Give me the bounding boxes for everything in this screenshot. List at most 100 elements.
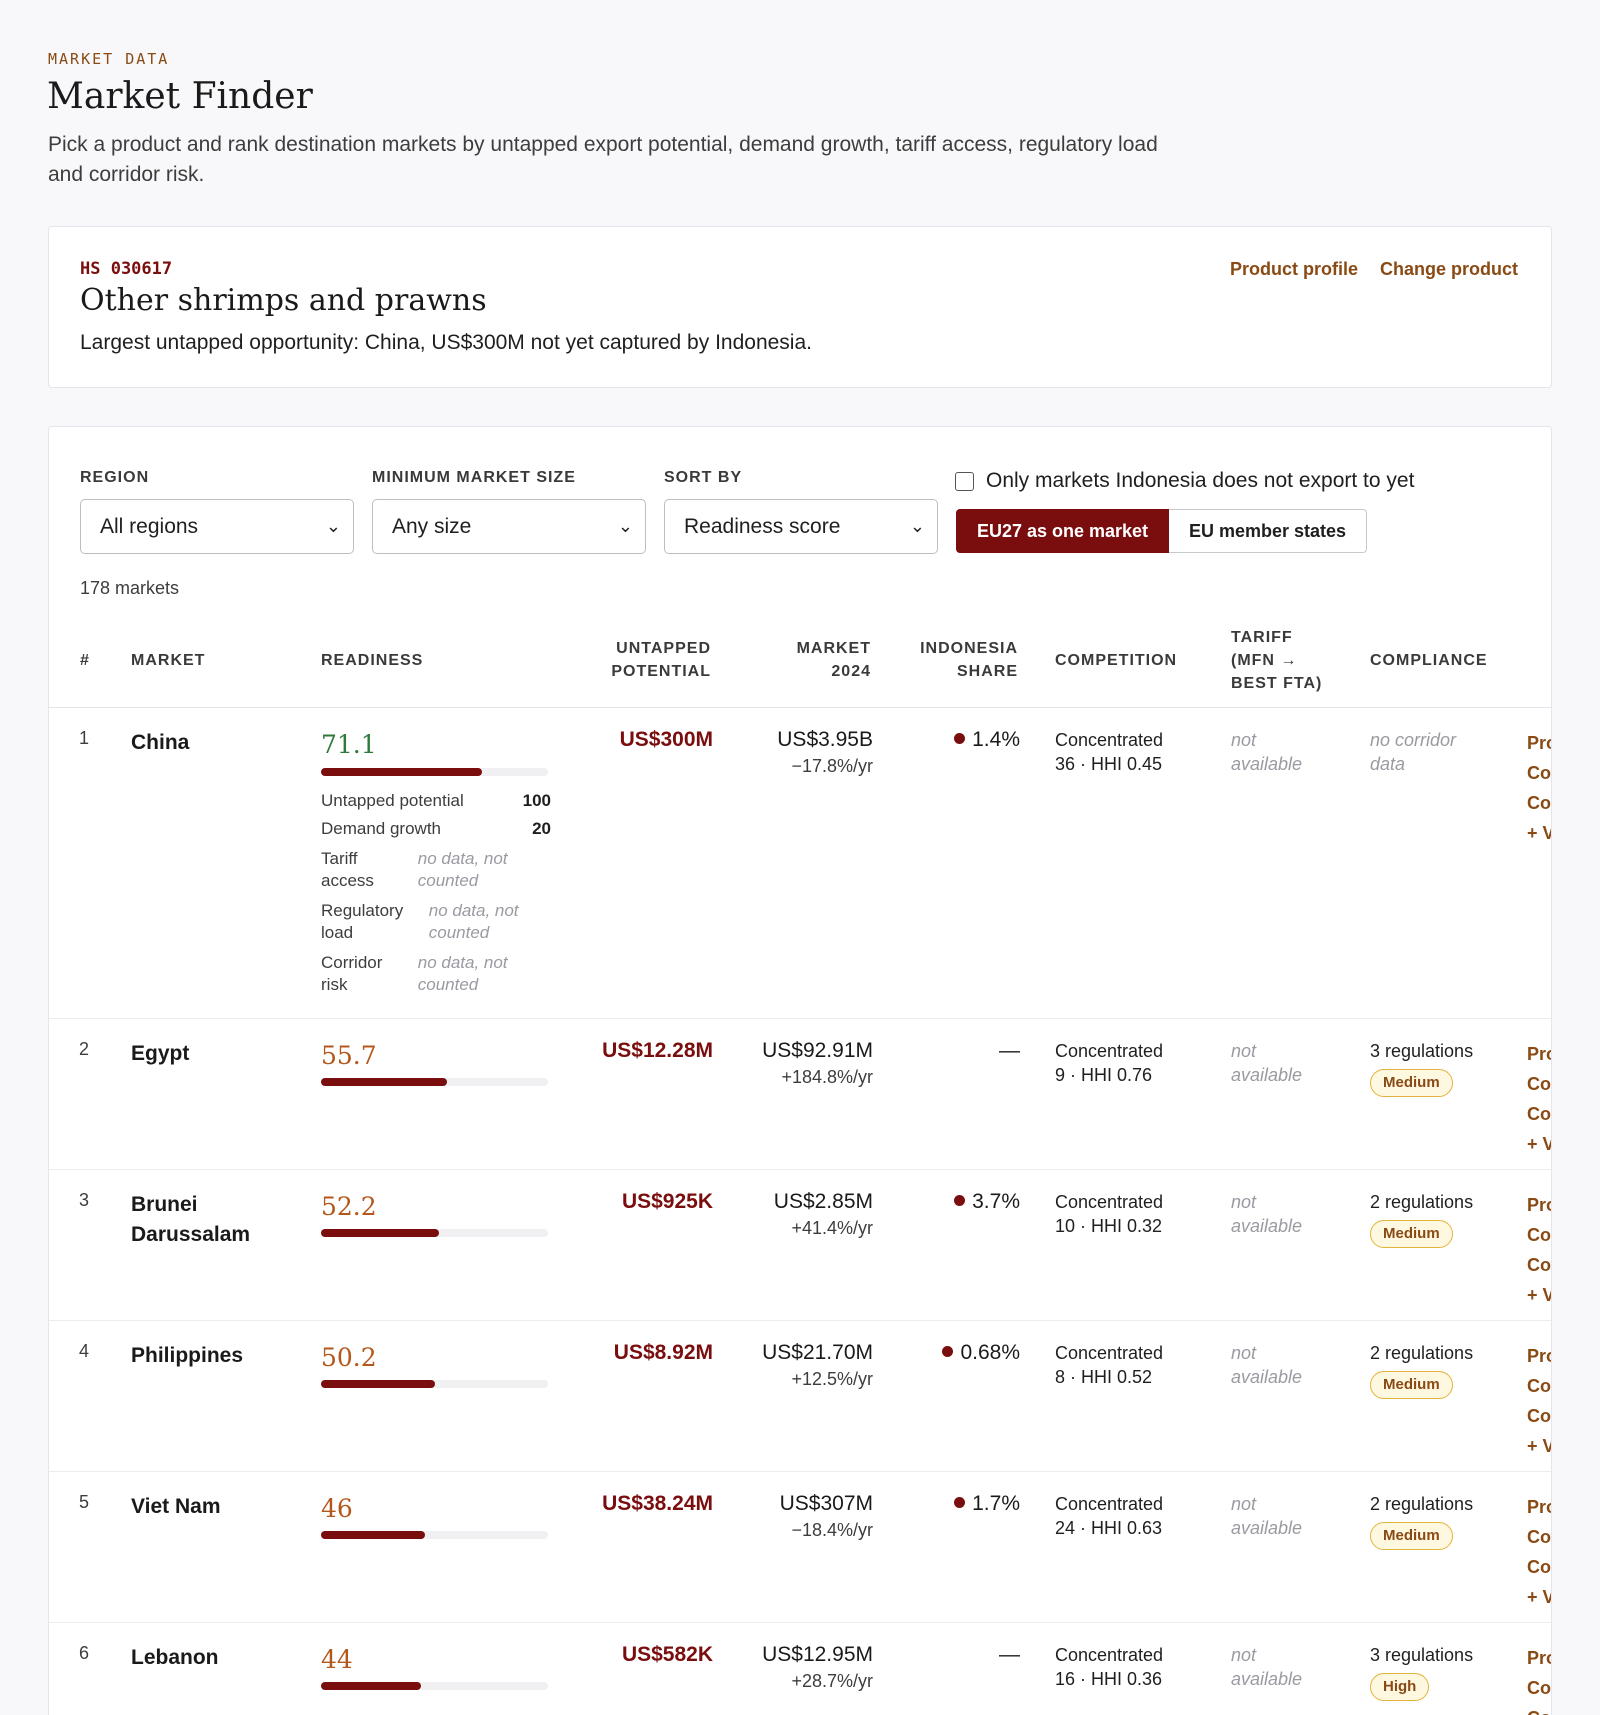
row-competition: Concentrated 9 · HHI 0.76 <box>1055 1039 1163 1087</box>
sort-by-select[interactable]: Readiness score ⌄ <box>664 499 938 554</box>
row-action-corridor[interactable]: Co <box>1527 788 1551 818</box>
row-compliance-line1: no corridor <box>1370 730 1457 750</box>
col-header-tariff[interactable]: TARIFF (MFN → BEST FTA) <box>1231 626 1322 695</box>
row-actions: Pro Co Co + V <box>1527 1492 1551 1612</box>
col-header-compliance[interactable]: COMPLIANCE <box>1370 649 1488 672</box>
row-competition-level: Concentrated <box>1055 1494 1164 1514</box>
row-action-compare[interactable]: Co <box>1527 1069 1551 1099</box>
row-readiness-score: 50.2 <box>321 1343 377 1372</box>
row-untapped: US$925K <box>621 1190 713 1213</box>
row-market-size: US$21.70M +12.5%/yr <box>762 1341 873 1390</box>
row-market-name[interactable]: Philippines <box>131 1341 281 1371</box>
product-card: HS 030617 Other shrimps and prawns Large… <box>48 226 1552 388</box>
col-header-market[interactable]: MARKET <box>131 649 205 672</box>
change-product-link[interactable]: Change product <box>1380 259 1518 280</box>
row-competition: Concentrated 10 · HHI 0.32 <box>1055 1190 1163 1238</box>
row-action-corridor[interactable]: Co <box>1527 1099 1551 1129</box>
row-compliance: no corridor data <box>1370 728 1456 776</box>
table-row[interactable]: 2 Egypt 55.7 US$12.28M US$92.91M +184.8%… <box>49 1018 1551 1169</box>
row-compliance: 3 regulations Medium <box>1370 1039 1473 1097</box>
row-action-watch[interactable]: + V <box>1527 1431 1551 1461</box>
col-header-market-line2: 2024 <box>831 663 871 680</box>
compliance-badge: Medium <box>1370 1220 1453 1248</box>
row-tariff: not available <box>1231 1643 1302 1691</box>
row-untapped: US$38.24M <box>602 1492 713 1515</box>
row-action-profile[interactable]: Pro <box>1527 1039 1551 1069</box>
row-action-corridor[interactable]: Co <box>1527 1703 1551 1715</box>
table-row[interactable]: 4 Philippines 50.2 US$8.92M US$21.70M +1… <box>49 1320 1551 1471</box>
only-new-markets-checkbox[interactable] <box>955 471 974 491</box>
row-action-corridor[interactable]: Co <box>1527 1401 1551 1431</box>
row-market-name-line1: Brunei <box>131 1193 198 1216</box>
table-row[interactable]: 6 Lebanon 44 US$582K US$12.95M +28.7%/yr… <box>49 1622 1551 1715</box>
region-label: REGION <box>80 469 150 486</box>
row-action-compare[interactable]: Co <box>1527 1220 1551 1250</box>
row-action-compare[interactable]: Co <box>1527 1673 1551 1703</box>
row-action-compare[interactable]: Co <box>1527 1371 1551 1401</box>
row-action-profile[interactable]: Pro <box>1527 728 1551 758</box>
col-header-indonesia-share[interactable]: INDONESIA SHARE <box>920 637 1018 683</box>
row-share-value: 3.7% <box>972 1190 1020 1213</box>
col-header-rank: # <box>80 652 90 669</box>
market-count: 178 markets <box>80 578 180 598</box>
region-select[interactable]: All regions ⌄ <box>80 499 354 554</box>
compliance-badge: High <box>1370 1673 1430 1701</box>
region-select-value: All regions <box>100 515 199 538</box>
row-market-size: US$92.91M +184.8%/yr <box>762 1039 873 1088</box>
row-tariff-line2: available <box>1231 1065 1303 1085</box>
row-market-name[interactable]: Lebanon <box>131 1643 281 1673</box>
only-new-markets-label[interactable]: Only markets Indonesia does not export t… <box>986 469 1414 493</box>
row-action-profile[interactable]: Pro <box>1527 1190 1551 1220</box>
row-actions: Pro Co Co + V <box>1527 1039 1551 1159</box>
col-header-readiness[interactable]: READINESS <box>321 649 423 672</box>
col-header-untapped-line1: UNTAPPED <box>616 640 711 657</box>
row-market-name[interactable]: Viet Nam <box>131 1492 281 1522</box>
row-rank: 5 <box>79 1492 90 1512</box>
row-market-name[interactable]: Egypt <box>131 1039 281 1069</box>
row-market-name[interactable]: China <box>131 728 281 758</box>
row-readiness-score: 55.7 <box>321 1041 377 1070</box>
row-compliance: 2 regulations Medium <box>1370 1190 1473 1248</box>
row-action-profile[interactable]: Pro <box>1527 1492 1551 1522</box>
row-action-watch[interactable]: + V <box>1527 818 1551 848</box>
row-market-value: US$21.70M <box>762 1341 873 1364</box>
table-row[interactable]: 3 Brunei Darussalam 52.2 US$925K US$2.85… <box>49 1169 1551 1320</box>
col-header-untapped[interactable]: UNTAPPED POTENTIAL <box>611 637 711 683</box>
row-competition-hhi: 36 · HHI 0.45 <box>1055 754 1163 774</box>
eu27-one-market-toggle[interactable]: EU27 as one market <box>956 509 1169 553</box>
row-action-compare[interactable]: Co <box>1527 1522 1551 1552</box>
row-competition-level: Concentrated <box>1055 1192 1164 1212</box>
product-profile-link[interactable]: Product profile <box>1230 259 1358 280</box>
row-action-compare[interactable]: Co <box>1527 758 1551 788</box>
breakdown-tariff: Tariff access no data, not counted <box>321 848 551 892</box>
col-header-competition[interactable]: COMPETITION <box>1055 649 1177 672</box>
row-action-corridor[interactable]: Co <box>1527 1552 1551 1582</box>
breakdown-demand-value: 20 <box>532 819 551 838</box>
row-action-watch[interactable]: + V <box>1527 1129 1551 1159</box>
col-header-untapped-line2: POTENTIAL <box>611 663 711 680</box>
readiness-bar-fill <box>321 1682 421 1690</box>
breakdown-demand-label: Demand growth <box>321 819 442 838</box>
col-header-market-2024[interactable]: MARKET 2024 <box>797 637 871 683</box>
row-action-profile[interactable]: Pro <box>1527 1341 1551 1371</box>
only-new-markets-filter[interactable]: Only markets Indonesia does not export t… <box>955 469 1414 493</box>
row-action-watch[interactable]: + V <box>1527 1280 1551 1310</box>
table-row[interactable]: 1 China 71.1 Untapped potential 100 Dema… <box>49 708 1551 1018</box>
eu-member-states-toggle[interactable]: EU member states <box>1169 509 1367 553</box>
readiness-bar <box>321 1229 548 1237</box>
row-competition-hhi: 10 · HHI 0.32 <box>1055 1216 1163 1236</box>
row-compliance-count: 2 regulations <box>1370 1343 1474 1363</box>
sort-by-select-value: Readiness score <box>684 515 841 538</box>
page-description: Pick a product and rank destination mark… <box>48 133 1158 186</box>
row-share-value: 1.7% <box>972 1492 1020 1515</box>
row-share: 0.68% <box>942 1341 1020 1365</box>
row-market-growth: +184.8%/yr <box>781 1067 873 1087</box>
row-action-watch[interactable]: + V <box>1527 1582 1551 1612</box>
row-action-corridor[interactable]: Co <box>1527 1250 1551 1280</box>
row-share: — <box>999 1643 1020 1666</box>
compliance-badge: Medium <box>1370 1371 1453 1399</box>
table-row[interactable]: 5 Viet Nam 46 US$38.24M US$307M −18.4%/y… <box>49 1471 1551 1622</box>
min-size-select[interactable]: Any size ⌄ <box>372 499 646 554</box>
row-action-profile[interactable]: Pro <box>1527 1643 1551 1673</box>
row-market-name[interactable]: Brunei Darussalam <box>131 1190 281 1250</box>
